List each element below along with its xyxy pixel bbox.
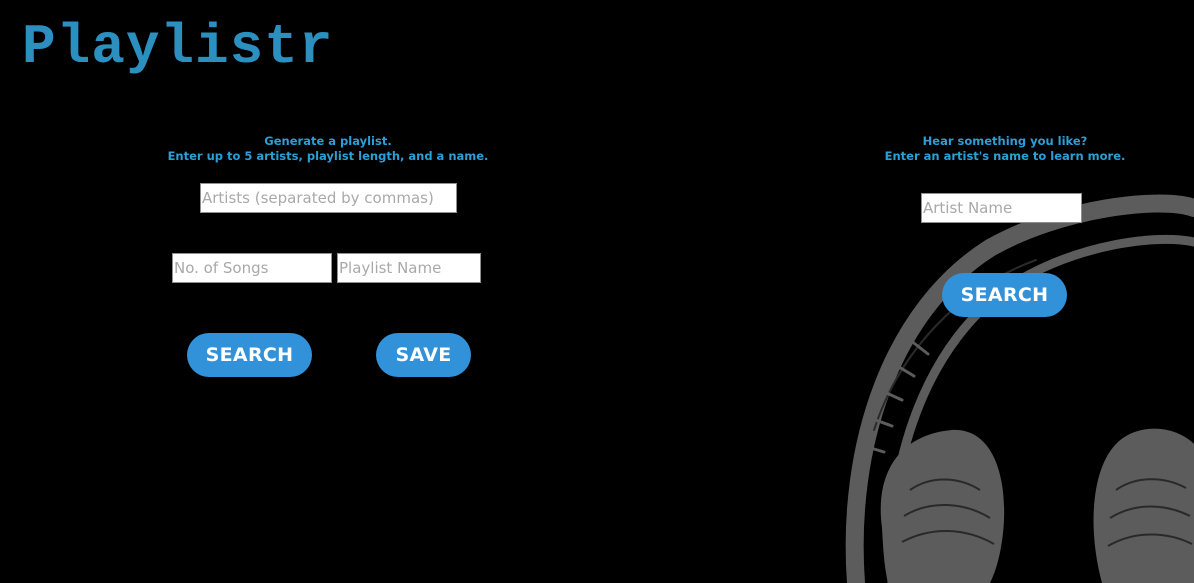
headphones-illustration (845, 194, 1194, 583)
artist-search-button[interactable]: SEARCH (942, 273, 1067, 317)
artist-lookup-instructions-line-2: Enter an artist's name to learn more. (884, 149, 1126, 163)
artist-lookup-instructions-line-1: Hear something you like? (922, 134, 1088, 148)
generator-instructions-line-1: Generate a playlist. (264, 134, 392, 148)
number-of-songs-input[interactable] (172, 253, 332, 283)
generator-instructions: Generate a playlist. Enter up to 5 artis… (128, 134, 528, 164)
generate-search-button[interactable]: SEARCH (187, 333, 312, 377)
artist-name-input[interactable] (921, 193, 1082, 223)
app-logo-title: Playlistr (22, 15, 334, 79)
generator-instructions-line-2: Enter up to 5 artists, playlist length, … (167, 149, 489, 163)
artists-input[interactable] (200, 183, 457, 213)
artist-lookup-instructions: Hear something you like? Enter an artist… (855, 134, 1155, 164)
playlist-name-input[interactable] (337, 253, 481, 283)
save-playlist-button[interactable]: SAVE (376, 333, 471, 377)
